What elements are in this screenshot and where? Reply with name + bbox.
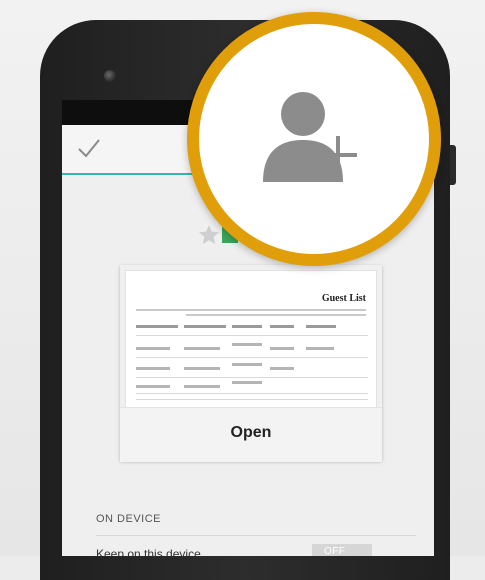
divider — [96, 535, 416, 536]
check-icon[interactable] — [76, 137, 102, 159]
document-title: Guest List — [321, 293, 366, 304]
table-header-cell — [306, 325, 336, 328]
document-text-line — [136, 309, 366, 311]
table-cell — [136, 385, 170, 388]
table-row — [136, 357, 368, 358]
preview-card[interactable]: Guest List Open — [120, 265, 382, 462]
star-icon[interactable] — [194, 223, 224, 247]
table-row — [136, 335, 368, 336]
toggle-state-label: OFF — [324, 546, 346, 556]
table-cell — [136, 347, 170, 350]
document-text-line — [186, 314, 366, 316]
table-header-cell — [136, 325, 178, 328]
table-cell — [136, 367, 170, 370]
table-cell — [184, 347, 220, 350]
open-button-label: Open — [230, 424, 272, 441]
table-cell — [232, 381, 262, 384]
table-cell — [306, 347, 334, 350]
table-row — [136, 377, 368, 378]
add-person-icon — [263, 92, 357, 182]
add-person-badge — [187, 12, 441, 266]
table-cell — [184, 367, 220, 370]
front-camera — [104, 70, 116, 82]
keep-on-device-toggle[interactable]: OFF — [312, 544, 372, 556]
table-cell — [270, 347, 294, 350]
open-button[interactable]: Open — [120, 407, 382, 462]
table-row — [136, 393, 368, 394]
table-header-cell — [270, 325, 294, 328]
document-table — [136, 323, 368, 403]
table-cell — [232, 343, 262, 346]
document-thumbnail: Guest List — [126, 271, 376, 407]
table-cell — [270, 367, 294, 370]
table-row — [136, 399, 368, 400]
table-header-cell — [184, 325, 226, 328]
keep-on-device-label: Keep on this device — [96, 547, 201, 556]
table-cell — [232, 363, 262, 366]
section-header-on-device: ON DEVICE — [96, 513, 162, 525]
phone-side-button — [450, 145, 456, 185]
table-cell — [184, 385, 220, 388]
table-header-cell — [232, 325, 262, 328]
